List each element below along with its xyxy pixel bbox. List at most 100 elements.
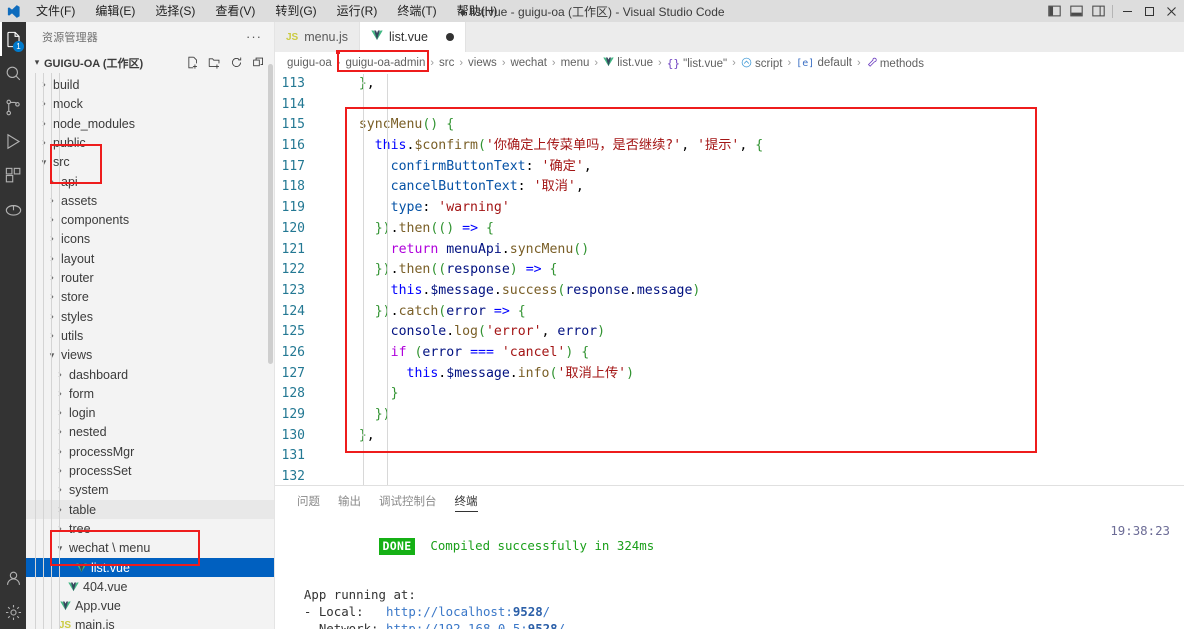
panel-tab-0[interactable]: 问题 bbox=[289, 486, 328, 516]
breadcrumb-item-methods[interactable]: methods bbox=[864, 57, 926, 70]
tree-item-api[interactable]: ›api bbox=[26, 172, 274, 191]
code-editor[interactable]: 113 },114115 syncMenu() {116 this.$confi… bbox=[275, 74, 1184, 485]
tree-item-build[interactable]: ›build bbox=[26, 75, 274, 94]
code-line[interactable]: 115 syncMenu() { bbox=[275, 115, 1184, 136]
code-line[interactable]: 126 if (error === 'cancel') { bbox=[275, 343, 1184, 364]
tree-item-components[interactable]: ›components bbox=[26, 211, 274, 230]
tree-item-utils[interactable]: ›utils bbox=[26, 326, 274, 345]
breadcrumb-item-menu[interactable]: menu bbox=[559, 57, 592, 69]
code-line[interactable]: 114 bbox=[275, 95, 1184, 116]
explorer-more-icon[interactable]: ··· bbox=[246, 29, 268, 44]
tree-item-wechat-menu[interactable]: ▾ wechat \ menu bbox=[26, 539, 274, 558]
tree-item-main-js[interactable]: JS main.js bbox=[26, 616, 274, 629]
activity-search-icon[interactable] bbox=[0, 56, 26, 90]
code-line[interactable]: 130 }, bbox=[275, 426, 1184, 447]
local-url[interactable]: http://localhost: bbox=[386, 604, 513, 619]
tree-item-nested[interactable]: ›nested bbox=[26, 423, 274, 442]
code-line[interactable]: 116 this.$confirm('你确定上传菜单吗，是否继续?', '提示'… bbox=[275, 136, 1184, 157]
window-close-button[interactable] bbox=[1160, 0, 1182, 22]
tree-item-views[interactable]: ▾ views bbox=[26, 346, 274, 365]
terminal-body[interactable]: 19:38:23 DONE Compiled successfully in 3… bbox=[275, 516, 1184, 629]
menu-bar[interactable]: 文件(F) 编辑(E) 选择(S) 查看(V) 转到(G) 运行(R) 终端(T… bbox=[26, 0, 507, 22]
tree-item-icons[interactable]: ›icons bbox=[26, 230, 274, 249]
code-line[interactable]: 132 bbox=[275, 467, 1184, 485]
menu-terminal[interactable]: 终端(T) bbox=[387, 0, 446, 22]
breadcrumb-item-script[interactable]: script bbox=[739, 57, 785, 70]
panel-right-icon[interactable] bbox=[1087, 0, 1109, 22]
tab-list-vue[interactable]: list.vue bbox=[360, 22, 466, 52]
breadcrumb-item-guigu-oa[interactable]: guigu-oa bbox=[285, 57, 334, 69]
panel-tab-3[interactable]: 终端 bbox=[447, 486, 486, 516]
code-line[interactable]: 129 }) bbox=[275, 405, 1184, 426]
window-maximize-button[interactable] bbox=[1138, 0, 1160, 22]
window-minimize-button[interactable] bbox=[1116, 0, 1138, 22]
tree-item-system[interactable]: ›system bbox=[26, 481, 274, 500]
network-url[interactable]: http://192.168.0.5: bbox=[386, 621, 528, 629]
tree-item-app-vue[interactable]: App.vue bbox=[26, 596, 274, 615]
new-folder-icon[interactable] bbox=[204, 54, 224, 72]
new-file-icon[interactable] bbox=[182, 54, 202, 72]
breadcrumb-item-views[interactable]: views bbox=[466, 57, 499, 69]
tree-item-assets[interactable]: ›assets bbox=[26, 191, 274, 210]
panel-tab-2[interactable]: 调试控制台 bbox=[371, 486, 445, 516]
code-line[interactable]: 113 }, bbox=[275, 74, 1184, 95]
tree-item-layout[interactable]: ›layout bbox=[26, 249, 274, 268]
breadcrumb[interactable]: guigu-oa › guigu-oa-admin › src › views › wechat… bbox=[275, 52, 1184, 74]
refresh-icon[interactable] bbox=[226, 54, 246, 72]
activity-settings-gear-icon[interactable] bbox=[0, 595, 26, 629]
breadcrumb-item-guigu-oa-admin[interactable]: guigu-oa-admin bbox=[343, 57, 427, 69]
tab-dirty-indicator[interactable] bbox=[445, 33, 454, 41]
tree-item-404-vue[interactable]: 404.vue bbox=[26, 577, 274, 596]
tree-item-node_modules[interactable]: ›node_modules bbox=[26, 114, 274, 133]
tree-item-mock[interactable]: ›mock bbox=[26, 95, 274, 114]
menu-run[interactable]: 运行(R) bbox=[327, 0, 388, 22]
breadcrumb-item-default[interactable]: [e] default bbox=[794, 57, 854, 69]
activity-extensions-icon[interactable] bbox=[0, 158, 26, 192]
sidebar-scrollbar[interactable] bbox=[268, 64, 273, 364]
panel-tab-1[interactable]: 输出 bbox=[330, 486, 369, 516]
menu-file[interactable]: 文件(F) bbox=[26, 0, 85, 22]
menu-edit[interactable]: 编辑(E) bbox=[85, 0, 145, 22]
tree-item-src[interactable]: ▾ src bbox=[26, 153, 274, 172]
code-line[interactable]: 127 this.$message.info('取消上传') bbox=[275, 364, 1184, 385]
tree-item-processmgr[interactable]: ›processMgr bbox=[26, 442, 274, 461]
breadcrumb-item-wechat[interactable]: wechat bbox=[508, 57, 548, 69]
tree-item-form[interactable]: ›form bbox=[26, 384, 274, 403]
tree-item-public[interactable]: ›public bbox=[26, 133, 274, 152]
activity-remote-explorer-icon[interactable] bbox=[0, 192, 26, 226]
code-line[interactable]: 118 cancelButtonText: '取消', bbox=[275, 177, 1184, 198]
tree-item-router[interactable]: ›router bbox=[26, 268, 274, 287]
tree-item-login[interactable]: ›login bbox=[26, 403, 274, 422]
code-line[interactable]: 128 } bbox=[275, 384, 1184, 405]
file-tree[interactable]: ›build›mock›node_modules›public▾src›api›… bbox=[26, 73, 274, 629]
panel-left-icon[interactable] bbox=[1043, 0, 1065, 22]
menu-view[interactable]: 查看(V) bbox=[205, 0, 265, 22]
activity-run-debug-icon[interactable] bbox=[0, 124, 26, 158]
code-line[interactable]: 119 type: 'warning' bbox=[275, 198, 1184, 219]
workspace-section-header[interactable]: ▾ GUIGU-OA (工作区) bbox=[26, 52, 274, 74]
code-line[interactable]: 131 bbox=[275, 446, 1184, 467]
collapse-all-icon[interactable] bbox=[248, 54, 268, 72]
tree-item-styles[interactable]: ›styles bbox=[26, 307, 274, 326]
breadcrumb-item--list-vue-[interactable]: {} "list.vue" bbox=[665, 57, 729, 70]
tree-item-tree[interactable]: ›tree bbox=[26, 519, 274, 538]
tree-item-store[interactable]: ›store bbox=[26, 288, 274, 307]
breadcrumb-item-list-vue[interactable]: list.vue bbox=[601, 57, 655, 69]
code-line[interactable]: 124 }).catch(error => { bbox=[275, 302, 1184, 323]
tree-item-list-vue[interactable]: list.vue bbox=[26, 557, 274, 578]
code-line[interactable]: 117 confirmButtonText: '确定', bbox=[275, 157, 1184, 178]
tab-menu-js[interactable]: JS menu.js bbox=[275, 22, 361, 52]
tree-item-dashboard[interactable]: ›dashboard bbox=[26, 365, 274, 384]
menu-go[interactable]: 转到(G) bbox=[265, 0, 326, 22]
panel-bottom-icon[interactable] bbox=[1065, 0, 1087, 22]
code-line[interactable]: 121 return menuApi.syncMenu() bbox=[275, 240, 1184, 261]
breadcrumb-item-src[interactable]: src bbox=[437, 57, 456, 69]
activity-explorer-icon[interactable]: 1 bbox=[0, 22, 26, 56]
tree-item-processset[interactable]: ›processSet bbox=[26, 461, 274, 480]
menu-selection[interactable]: 选择(S) bbox=[145, 0, 205, 22]
code-line[interactable]: 125 console.log('error', error) bbox=[275, 322, 1184, 343]
activity-account-icon[interactable] bbox=[0, 561, 26, 595]
code-line[interactable]: 120 }).then(() => { bbox=[275, 219, 1184, 240]
code-line[interactable]: 122 }).then((response) => { bbox=[275, 260, 1184, 281]
menu-help[interactable]: 帮助(H) bbox=[447, 0, 508, 22]
